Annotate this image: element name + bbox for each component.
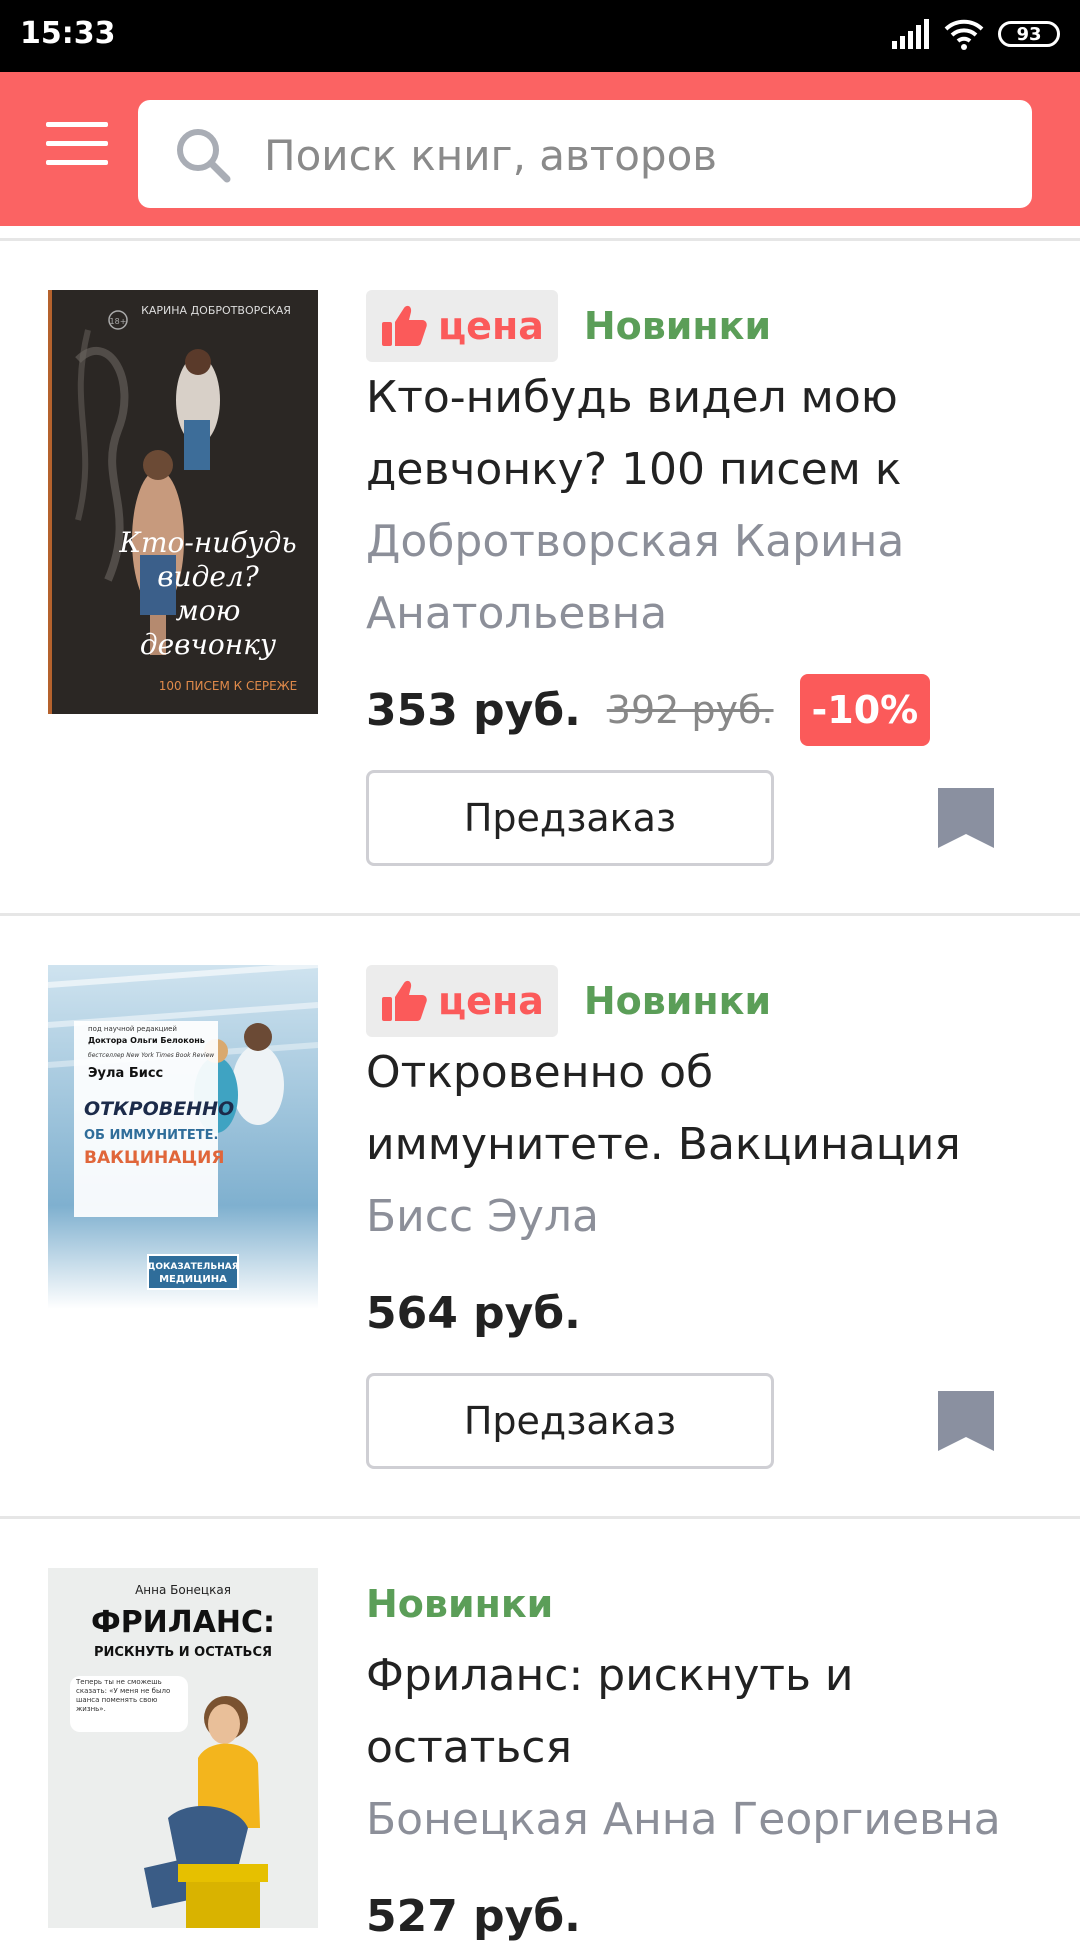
battery-icon: 93	[998, 21, 1060, 47]
price-row: 564 руб.	[366, 1277, 581, 1349]
cover-title-line: видел?	[157, 560, 259, 593]
cover-editor-line: под научной редакцией	[88, 1025, 177, 1033]
new-tag[interactable]: Новинки	[584, 979, 771, 1023]
cover-series-line: МЕДИЦИНА	[159, 1274, 227, 1285]
price: 527 руб.	[366, 1890, 581, 1942]
thumbs-up-icon	[382, 305, 427, 346]
bookmark-icon[interactable]	[938, 788, 994, 848]
good-price-label: цена	[438, 304, 544, 348]
book-cover-image[interactable]: под научной редакцией Доктора Ольги Бело…	[48, 965, 318, 1309]
book-title[interactable]: Кто-нибудь видел мою девчонку? 100 писем…	[366, 362, 1046, 506]
book-title-line: девчонку? 100 писем к	[366, 444, 902, 495]
good-price-label: цена	[438, 979, 544, 1023]
cover-quote: Теперь ты не сможешь сказать: «У меня не…	[76, 1678, 171, 1713]
price: 564 руб.	[366, 1287, 581, 1339]
cover-series-line: ДОКАЗАТЕЛЬНАЯ	[147, 1262, 238, 1272]
cover-bestseller: бестселлер New York Times Book Review	[88, 1052, 214, 1059]
battery-level: 93	[1016, 23, 1042, 45]
book-title-line: остаться	[366, 1722, 572, 1773]
cover-title-line: Кто-нибудь	[118, 526, 296, 559]
signal-icon	[892, 19, 929, 49]
price-row: 353 руб. 392 руб. -10%	[366, 674, 931, 746]
book-title-line: Откровенно об	[366, 1047, 714, 1098]
app-bar	[0, 72, 1080, 226]
cover-author: Эула Бисс	[88, 1066, 163, 1081]
book-cover-image[interactable]: 18+ КАРИНА ДОБРОТВОРСКАЯ Кто-нибудь виде…	[48, 290, 318, 714]
status-icons: 93	[892, 18, 1060, 50]
book-title-line: Фриланс: рискнуть и	[366, 1650, 854, 1701]
product-badges: цена Новинки	[366, 290, 771, 362]
cover-author: КАРИНА ДОБРОТВОРСКАЯ	[141, 304, 291, 317]
book-author[interactable]: Бисс Эула	[366, 1181, 1046, 1253]
cover-age-rating: 18+	[110, 317, 127, 326]
old-price: 392 руб.	[606, 688, 774, 732]
product-badges: Новинки	[366, 1568, 553, 1640]
new-tag[interactable]: Новинки	[366, 1582, 553, 1626]
status-time: 15:33	[20, 16, 116, 51]
book-title[interactable]: Откровенно об иммунитете. Вакцинация	[366, 1037, 1046, 1181]
price: 353 руб.	[366, 684, 581, 736]
cover-title-line: ОБ ИММУНИТЕТЕ.	[84, 1128, 218, 1143]
bookmark-icon[interactable]	[938, 1391, 994, 1451]
cover-title-line: ВАКЦИНАЦИЯ	[84, 1148, 224, 1168]
book-cover-image[interactable]: Анна Бонецкая ФРИЛАНС: РИСКНУТЬ И ОСТАТЬ…	[48, 1568, 318, 1928]
good-price-badge: цена	[366, 965, 558, 1037]
divider	[0, 1516, 1080, 1519]
wifi-icon	[944, 19, 984, 50]
product-badges: цена Новинки	[366, 965, 771, 1037]
cover-subtitle: 100 ПИСЕМ К СЕРЕЖЕ	[159, 679, 297, 693]
menu-icon[interactable]	[46, 122, 108, 168]
book-title-line: Кто-нибудь видел мою	[366, 372, 898, 423]
book-title[interactable]: Фриланс: рискнуть и остаться	[366, 1640, 1046, 1784]
book-author[interactable]: Бонецкая Анна Георгиевна	[366, 1784, 1046, 1856]
book-author-line: Анатольевна	[366, 588, 668, 639]
good-price-badge: цена	[366, 290, 558, 362]
divider	[0, 913, 1080, 916]
book-author[interactable]: Добротворская Карина Анатольевна	[366, 506, 1046, 650]
book-author-line: Бонецкая Анна Георгиевна	[366, 1794, 1001, 1845]
divider	[0, 238, 1080, 241]
cover-title-line: мою	[176, 594, 241, 627]
price-row: 527 руб.	[366, 1880, 581, 1952]
cover-subtitle: РИСКНУТЬ И ОСТАТЬСЯ	[94, 1645, 272, 1660]
preorder-button[interactable]: Предзаказ	[366, 1373, 774, 1469]
preorder-button[interactable]: Предзаказ	[366, 770, 774, 866]
cover-title-line: ОТКРОВЕННО	[84, 1098, 234, 1120]
discount-badge: -10%	[799, 674, 931, 746]
cover-editor-line: Доктора Ольги Белоконь	[88, 1036, 205, 1045]
cover-title: ФРИЛАНС:	[91, 1605, 275, 1640]
book-author-line: Добротворская Карина	[366, 516, 905, 567]
book-title-line: иммунитете. Вакцинация	[366, 1119, 961, 1170]
cover-title-line: девчонку	[140, 628, 277, 661]
search-bar[interactable]	[138, 100, 1032, 210]
status-bar: 15:33 93	[0, 0, 1080, 72]
cover-author: Анна Бонецкая	[135, 1583, 231, 1597]
search-icon	[177, 129, 231, 183]
thumbs-up-icon	[382, 980, 427, 1021]
search-input[interactable]	[262, 100, 1006, 210]
book-author-line: Бисс Эула	[366, 1191, 599, 1242]
new-tag[interactable]: Новинки	[584, 304, 771, 348]
